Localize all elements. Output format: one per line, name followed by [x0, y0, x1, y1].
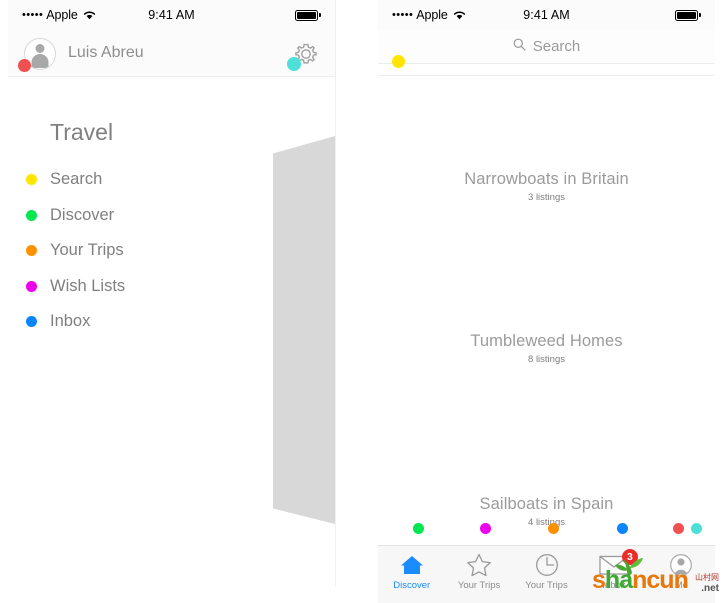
- bottom-tab-bar: Discover Your Trips Your Trips 3 Inbox M…: [378, 545, 715, 603]
- card-title: Tumbleweed Homes: [470, 332, 623, 350]
- list-item[interactable]: Narrowboats in Britain 3 listings: [378, 170, 715, 203]
- bullet-dot-icon: [26, 245, 37, 257]
- search-icon: [513, 38, 526, 56]
- status-bar-carrier-group: ••••• Apple: [392, 8, 466, 22]
- tab-label: Inbox: [602, 580, 626, 591]
- tabbar-marker-dot-me-red: [673, 523, 684, 534]
- tab-label: Discover: [393, 580, 431, 591]
- sidebar-item-label: Inbox: [50, 312, 91, 331]
- discover-feed: Narrowboats in Britain 3 listings Tumble…: [378, 76, 715, 528]
- card-listing-count: 8 listings: [528, 354, 565, 365]
- signal-strength-dots: •••••: [22, 8, 44, 21]
- envelope-icon: 3: [599, 549, 638, 578]
- settings-button[interactable]: [287, 39, 321, 71]
- sidebar-item-label: Discover: [50, 205, 115, 224]
- bullet-dot-icon: [26, 174, 37, 186]
- inbox-badge: 3: [621, 549, 638, 565]
- bullet-dot-icon: [26, 316, 37, 328]
- tab-me[interactable]: Me: [648, 546, 715, 603]
- battery-full-icon: [295, 9, 321, 21]
- tabbar-marker-dot-inbox: [617, 523, 628, 534]
- tab-label: Your Trips: [457, 580, 501, 591]
- tabbar-marker-dot-me-cyan: [691, 523, 702, 534]
- profile-header: Luis Abreu: [8, 30, 335, 77]
- status-bar-right: ••••• Apple 9:41 AM: [378, 0, 715, 30]
- menu-section-title: Travel: [50, 119, 114, 145]
- tab-inbox[interactable]: 3 Inbox: [580, 546, 647, 603]
- avatar-marker-dot: [18, 59, 31, 72]
- tab-label: Me: [674, 580, 688, 591]
- wifi-icon: [83, 10, 96, 20]
- tab-your-trips-star[interactable]: Your Trips: [445, 546, 512, 603]
- search-marker-dot: [392, 55, 405, 68]
- home-icon: [398, 552, 426, 578]
- sidebar-item-label: Your Trips: [50, 241, 124, 260]
- card-listing-count: 3 listings: [528, 192, 565, 203]
- status-bar-left: ••••• Apple 9:41 AM: [8, 0, 335, 30]
- settings-marker-dot: [287, 57, 301, 71]
- bullet-dot-icon: [26, 209, 37, 221]
- tab-your-trips-clock[interactable]: Your Trips: [513, 546, 580, 603]
- signal-strength-dots: •••••: [392, 8, 414, 21]
- battery-full-icon: [675, 9, 701, 21]
- star-icon: [465, 552, 493, 578]
- tab-discover[interactable]: Discover: [378, 546, 445, 603]
- tabbar-marker-dot-trips: [548, 523, 559, 534]
- person-icon: [668, 552, 694, 578]
- search-bar[interactable]: Search: [378, 30, 715, 68]
- card-title: Narrowboats in Britain: [464, 170, 629, 188]
- avatar[interactable]: [18, 38, 56, 72]
- clock-icon: [534, 552, 560, 578]
- tabbar-marker-dots: [378, 523, 715, 535]
- wifi-icon: [453, 10, 466, 20]
- right-phone-frame: ••••• Apple 9:41 AM Search Narrowboats i…: [378, 0, 715, 603]
- carrier-name: Apple: [46, 8, 78, 22]
- profile-username: Luis Abreu: [68, 44, 144, 61]
- sidebar-item-label: Search: [50, 170, 103, 189]
- sliding-panel-edge: [273, 136, 335, 524]
- tabbar-marker-dot-wishlists: [480, 523, 491, 534]
- status-bar-carrier-group: ••••• Apple: [22, 8, 96, 22]
- search-placeholder: Search: [532, 38, 581, 55]
- card-title: Sailboats in Spain: [479, 495, 614, 513]
- list-item[interactable]: Tumbleweed Homes 8 listings: [378, 332, 715, 365]
- bullet-dot-icon: [26, 280, 37, 292]
- tabbar-marker-dot-discover: [413, 523, 424, 534]
- sidebar-item-label: Wish Lists: [50, 276, 126, 295]
- carrier-name: Apple: [416, 8, 448, 22]
- tab-label: Your Trips: [525, 580, 568, 591]
- search-input[interactable]: Search: [513, 38, 581, 56]
